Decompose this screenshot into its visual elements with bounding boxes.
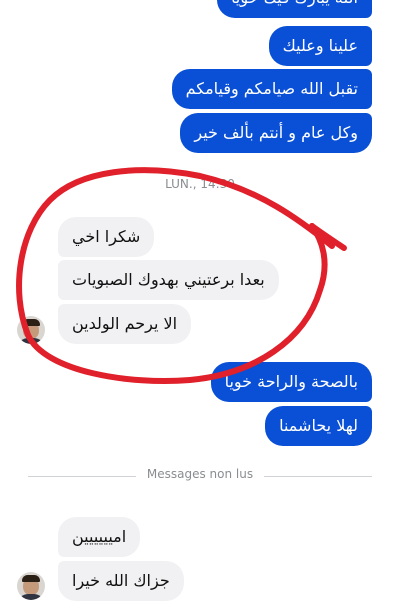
outgoing-message[interactable]: الله يبارك فيك خويا [217, 0, 372, 18]
outgoing-message[interactable]: علينا وعليك [268, 26, 372, 66]
outgoing-message[interactable]: لهلا يحاشمنا [265, 406, 372, 446]
incoming-message[interactable]: شكرا اخي [58, 217, 155, 257]
incoming-message[interactable]: اميييييين [58, 517, 141, 557]
incoming-message[interactable]: الا يرحم الولدين [58, 304, 192, 344]
outgoing-message[interactable]: تقبل الله صيامكم وقيامكم [171, 69, 372, 109]
message-timestamp: LUN., 14:30 [165, 177, 235, 191]
outgoing-message[interactable]: وكل عام و أنتم بألف خير [180, 113, 372, 153]
avatar-hair [22, 575, 40, 582]
incoming-message[interactable]: جزاك الله خيرا [58, 561, 184, 601]
contact-avatar[interactable] [17, 572, 45, 600]
avatar-shirt [18, 594, 44, 600]
avatar-hair [22, 319, 40, 326]
contact-avatar[interactable] [17, 316, 45, 344]
unread-divider-label: Messages non lus [146, 467, 254, 481]
outgoing-message[interactable]: بالصحة والراحة خويا [210, 362, 372, 402]
incoming-message[interactable]: بعدا برعتيني بهدوك الصبويات [58, 260, 279, 300]
avatar-shirt [18, 338, 44, 344]
